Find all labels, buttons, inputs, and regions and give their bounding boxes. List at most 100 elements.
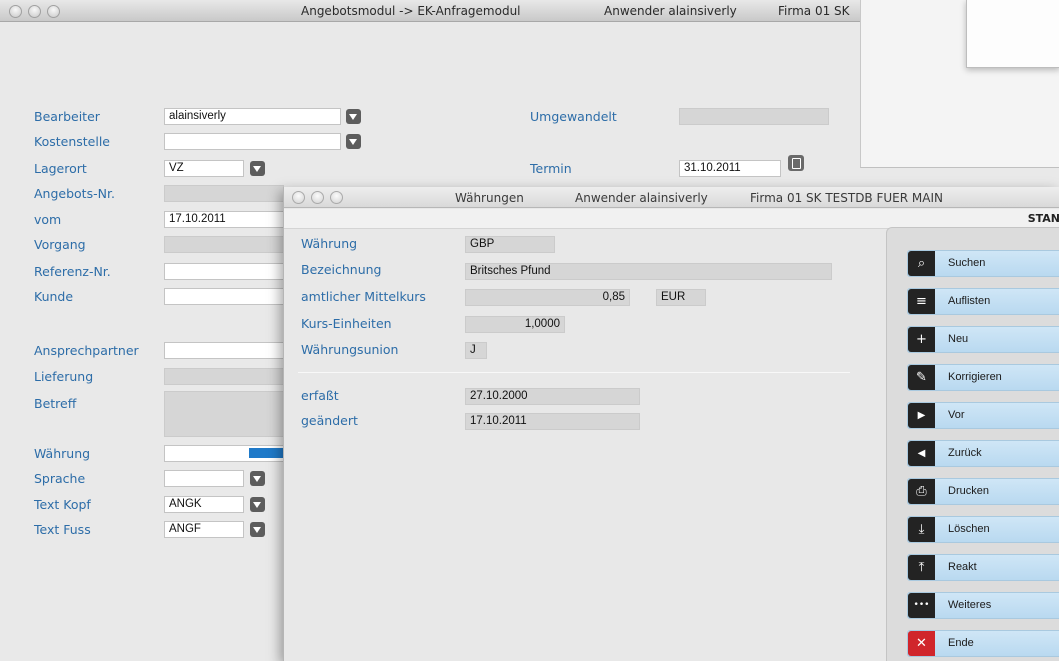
action-sidebar: ⌕ Suchen ≡ Auflisten + Neu ✎ Korrigieren…	[886, 227, 1059, 661]
drucken-label: Drucken	[948, 485, 989, 497]
waehrungsunion-field[interactable]: J	[465, 342, 487, 359]
reakt-label: Reakt	[948, 561, 977, 573]
text-kopf-dropdown-button[interactable]	[250, 497, 265, 512]
background-window	[860, 0, 1059, 168]
calendar-icon[interactable]	[788, 155, 804, 171]
sprache-field[interactable]	[164, 470, 244, 487]
betreff-field[interactable]	[164, 391, 284, 437]
dialog-minimize-button[interactable]	[311, 191, 324, 204]
pen-icon: ✎	[908, 365, 935, 390]
neu-button[interactable]: + Neu	[907, 326, 1059, 353]
reakt-button[interactable]: ⤒ Reakt	[907, 554, 1059, 581]
mittelkurs-label: amtlicher Mittelkurs	[301, 289, 426, 304]
search-icon: ⌕	[908, 251, 935, 276]
termin-field[interactable]: 31.10.2011	[679, 160, 781, 177]
window-title: Angebotsmodul -> EK-Anfragemodul	[301, 4, 521, 18]
text-kopf-field[interactable]: ANGK	[164, 496, 244, 513]
zurueck-button[interactable]: ◀ Zurück	[907, 440, 1059, 467]
window-company: Firma 01 SK	[778, 4, 850, 18]
dialog-close-button[interactable]	[292, 191, 305, 204]
umgewandelt-field	[679, 108, 829, 125]
dialog-separator	[298, 372, 850, 373]
loeschen-button[interactable]: ⤓ Löschen	[907, 516, 1059, 543]
vor-button[interactable]: ▶ Vor	[907, 402, 1059, 429]
sprache-dropdown-button[interactable]	[250, 471, 265, 486]
suchen-label: Suchen	[948, 257, 986, 269]
reactivate-tray-icon: ⤒	[908, 555, 935, 580]
loeschen-label: Löschen	[948, 523, 990, 535]
text-fuss-field[interactable]: ANGF	[164, 521, 244, 538]
dlg-waehrung-field[interactable]: GBP	[465, 236, 555, 253]
dialog-titlebar: Währungen Anwender alainsiverly Firma 01…	[284, 187, 1059, 208]
termin-label: Termin	[530, 161, 572, 176]
kurs-einheiten-field[interactable]: 1,0000	[465, 316, 565, 333]
neu-label: Neu	[948, 333, 969, 345]
weiteres-button[interactable]: ••• Weiteres	[907, 592, 1059, 619]
lagerort-dropdown-button[interactable]	[250, 161, 265, 176]
text-fuss-dropdown-button[interactable]	[250, 522, 265, 537]
dialog-title: Währungen	[455, 191, 524, 205]
umgewandelt-label: Umgewandelt	[530, 109, 617, 124]
ende-button[interactable]: ✕ Ende	[907, 630, 1059, 657]
kostenstelle-field[interactable]	[164, 133, 341, 150]
betreff-label: Betreff	[34, 396, 77, 411]
status-text: STAN	[1027, 212, 1059, 225]
lieferung-field	[164, 368, 284, 385]
waehrungen-dialog: Währungen Anwender alainsiverly Firma 01…	[283, 187, 1059, 661]
waehrung-label: Währung	[34, 446, 91, 461]
close-window-button[interactable]	[9, 5, 22, 18]
referenz-nr-field[interactable]	[164, 263, 284, 280]
ansprechpartner-field[interactable]	[164, 342, 284, 359]
vom-label: vom	[34, 212, 62, 227]
close-icon: ✕	[908, 631, 935, 656]
korrigieren-button[interactable]: ✎ Korrigieren	[907, 364, 1059, 391]
play-left-icon: ◀	[908, 441, 935, 466]
dialog-zoom-button[interactable]	[330, 191, 343, 204]
kostenstelle-dropdown-button[interactable]	[346, 134, 361, 149]
drucken-button[interactable]: ⎙ Drucken	[907, 478, 1059, 505]
list-icon: ≡	[908, 289, 935, 314]
lagerort-field[interactable]: VZ	[164, 160, 244, 177]
background-popup	[966, 0, 1059, 68]
kunde-field[interactable]	[164, 288, 284, 305]
plus-icon: +	[908, 327, 935, 352]
mittelkurs-currency-field: EUR	[656, 289, 706, 306]
geaendert-field: 17.10.2011	[465, 413, 640, 430]
suchen-button[interactable]: ⌕ Suchen	[907, 250, 1059, 277]
text-fuss-label: Text Fuss	[34, 522, 91, 537]
erfasst-label: erfaßt	[301, 388, 339, 403]
sprache-label: Sprache	[34, 471, 86, 486]
lieferung-label: Lieferung	[34, 369, 94, 384]
vor-label: Vor	[948, 409, 965, 421]
dialog-header-strip: STAN	[284, 209, 1059, 229]
bezeichnung-label: Bezeichnung	[301, 262, 382, 277]
vorgang-field	[164, 236, 284, 253]
kunde-label: Kunde	[34, 289, 74, 304]
korrigieren-label: Korrigieren	[948, 371, 1002, 383]
weiteres-label: Weiteres	[948, 599, 992, 611]
play-right-icon: ▶	[908, 403, 935, 428]
dlg-waehrung-label: Währung	[301, 236, 358, 251]
bearbeiter-field[interactable]: alainsiverly	[164, 108, 341, 125]
minimize-window-button[interactable]	[28, 5, 41, 18]
mittelkurs-field[interactable]: 0,85	[465, 289, 630, 306]
kostenstelle-label: Kostenstelle	[34, 134, 110, 149]
erfasst-field: 27.10.2000	[465, 388, 640, 405]
bearbeiter-dropdown-button[interactable]	[346, 109, 361, 124]
angebots-nr-field	[164, 185, 284, 202]
text-kopf-label: Text Kopf	[34, 497, 91, 512]
angebots-nr-label: Angebots-Nr.	[34, 186, 115, 201]
kurs-einheiten-label: Kurs-Einheiten	[301, 316, 392, 331]
auflisten-button[interactable]: ≡ Auflisten	[907, 288, 1059, 315]
vorgang-label: Vorgang	[34, 237, 86, 252]
referenz-nr-label: Referenz-Nr.	[34, 264, 111, 279]
printer-icon: ⎙	[908, 479, 935, 504]
geaendert-label: geändert	[301, 413, 358, 428]
bezeichnung-field[interactable]: Britsches Pfund	[465, 263, 832, 280]
waehrungsunion-label: Währungsunion	[301, 342, 399, 357]
vom-field[interactable]: 17.10.2011	[164, 211, 284, 228]
ende-label: Ende	[948, 637, 974, 649]
zoom-window-button[interactable]	[47, 5, 60, 18]
ansprechpartner-label: Ansprechpartner	[34, 343, 139, 358]
lagerort-label: Lagerort	[34, 161, 87, 176]
